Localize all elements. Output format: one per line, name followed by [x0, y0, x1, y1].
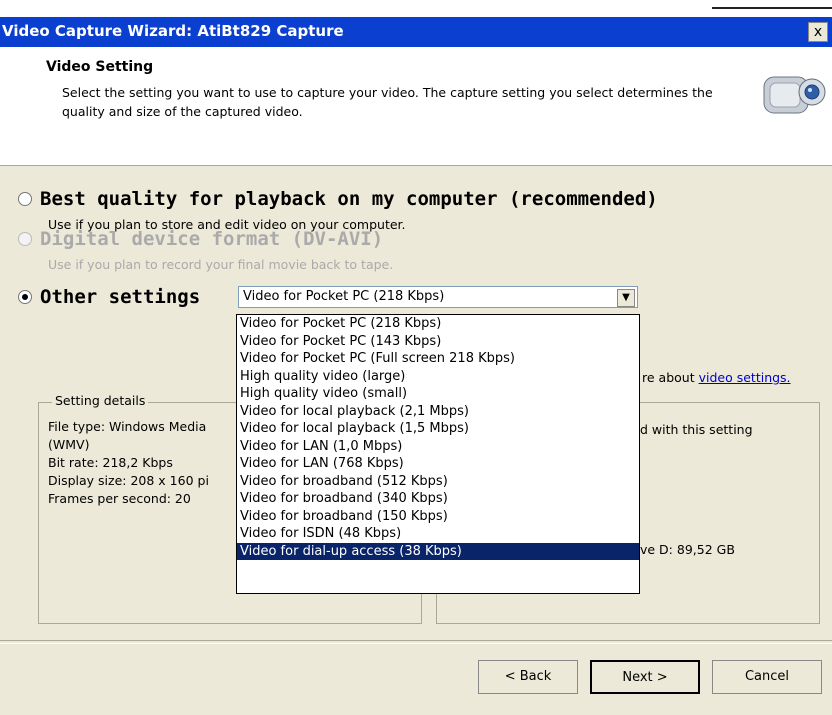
dropdown-item[interactable]: High quality video (small) [237, 385, 639, 403]
dropdown-item[interactable]: High quality video (large) [237, 368, 639, 386]
settings-select[interactable]: Video for Pocket PC (218 Kbps) ▼ [238, 286, 638, 308]
option-best-quality[interactable]: Best quality for playback on my computer… [18, 188, 658, 210]
window-title: Video Capture Wizard: AtiBt829 Capture [2, 22, 344, 40]
footer-separator [0, 640, 832, 644]
title-bar: Video Capture Wizard: AtiBt829 Capture x [0, 17, 832, 47]
chevron-down-icon[interactable]: ▼ [617, 289, 635, 307]
back-button[interactable]: < Back [478, 660, 578, 694]
option-dv-avi-label: Digital device format (DV-AVI) [40, 228, 384, 250]
video-settings-link[interactable]: video settings. [699, 370, 791, 385]
dropdown-item[interactable]: Video for broadband (150 Kbps) [237, 508, 639, 526]
page-title: Video Setting [46, 59, 154, 75]
radio-dv-avi [18, 232, 32, 246]
radio-best-quality[interactable] [18, 192, 32, 206]
learn-more-text: re about video settings. [642, 370, 791, 385]
top-strip [0, 0, 832, 17]
wizard-header: Video Setting Select the setting you wan… [0, 47, 832, 166]
dropdown-item[interactable]: Video for Pocket PC (218 Kbps) [237, 315, 639, 333]
top-line [712, 7, 832, 9]
cancel-button[interactable]: Cancel [712, 660, 822, 694]
dropdown-item[interactable]: Video for broadband (512 Kbps) [237, 473, 639, 491]
setting-details-label: Setting details [52, 393, 149, 408]
dropdown-item[interactable]: Video for local playback (2,1 Mbps) [237, 403, 639, 421]
dropdown-item[interactable]: Video for Pocket PC (Full screen 218 Kbp… [237, 350, 639, 368]
setting-details-text: File type: Windows Media (WMV) Bit rate:… [48, 419, 209, 506]
dropdown-item[interactable]: Video for LAN (1,0 Mbps) [237, 438, 639, 456]
dropdown-item-selected[interactable]: Video for dial-up access (38 Kbps) [237, 542, 639, 560]
radio-other-settings[interactable] [18, 290, 32, 304]
close-button[interactable]: x [808, 22, 828, 42]
page-description: Select the setting you want to use to ca… [62, 85, 713, 119]
settings-select-value: Video for Pocket PC (218 Kbps) [243, 289, 445, 304]
next-button[interactable]: Next > [590, 660, 700, 694]
dropdown-item[interactable]: Video for local playback (1,5 Mbps) [237, 420, 639, 438]
disk-info-line1: d with this setting [640, 422, 753, 437]
camcorder-icon [763, 76, 826, 114]
dropdown-item[interactable]: Video for LAN (768 Kbps) [237, 455, 639, 473]
dropdown-item[interactable]: Video for ISDN (48 Kbps) [237, 525, 639, 543]
dropdown-item[interactable]: Video for broadband (340 Kbps) [237, 490, 639, 508]
option-other-settings-label[interactable]: Other settings [40, 286, 200, 308]
option-best-quality-label[interactable]: Best quality for playback on my computer… [40, 188, 658, 210]
option-other-settings[interactable]: Other settings [18, 286, 200, 308]
dropdown-item[interactable]: Video for Pocket PC (143 Kbps) [237, 333, 639, 351]
settings-dropdown-list[interactable]: Video for Pocket PC (218 Kbps) Video for… [236, 314, 640, 594]
option-dv-avi: Digital device format (DV-AVI) [18, 228, 383, 250]
disk-info-line2: ve D: 89,52 GB [640, 542, 735, 557]
option-dv-avi-desc: Use if you plan to record your final mov… [48, 257, 394, 272]
learn-more-prefix: re about [642, 370, 695, 385]
